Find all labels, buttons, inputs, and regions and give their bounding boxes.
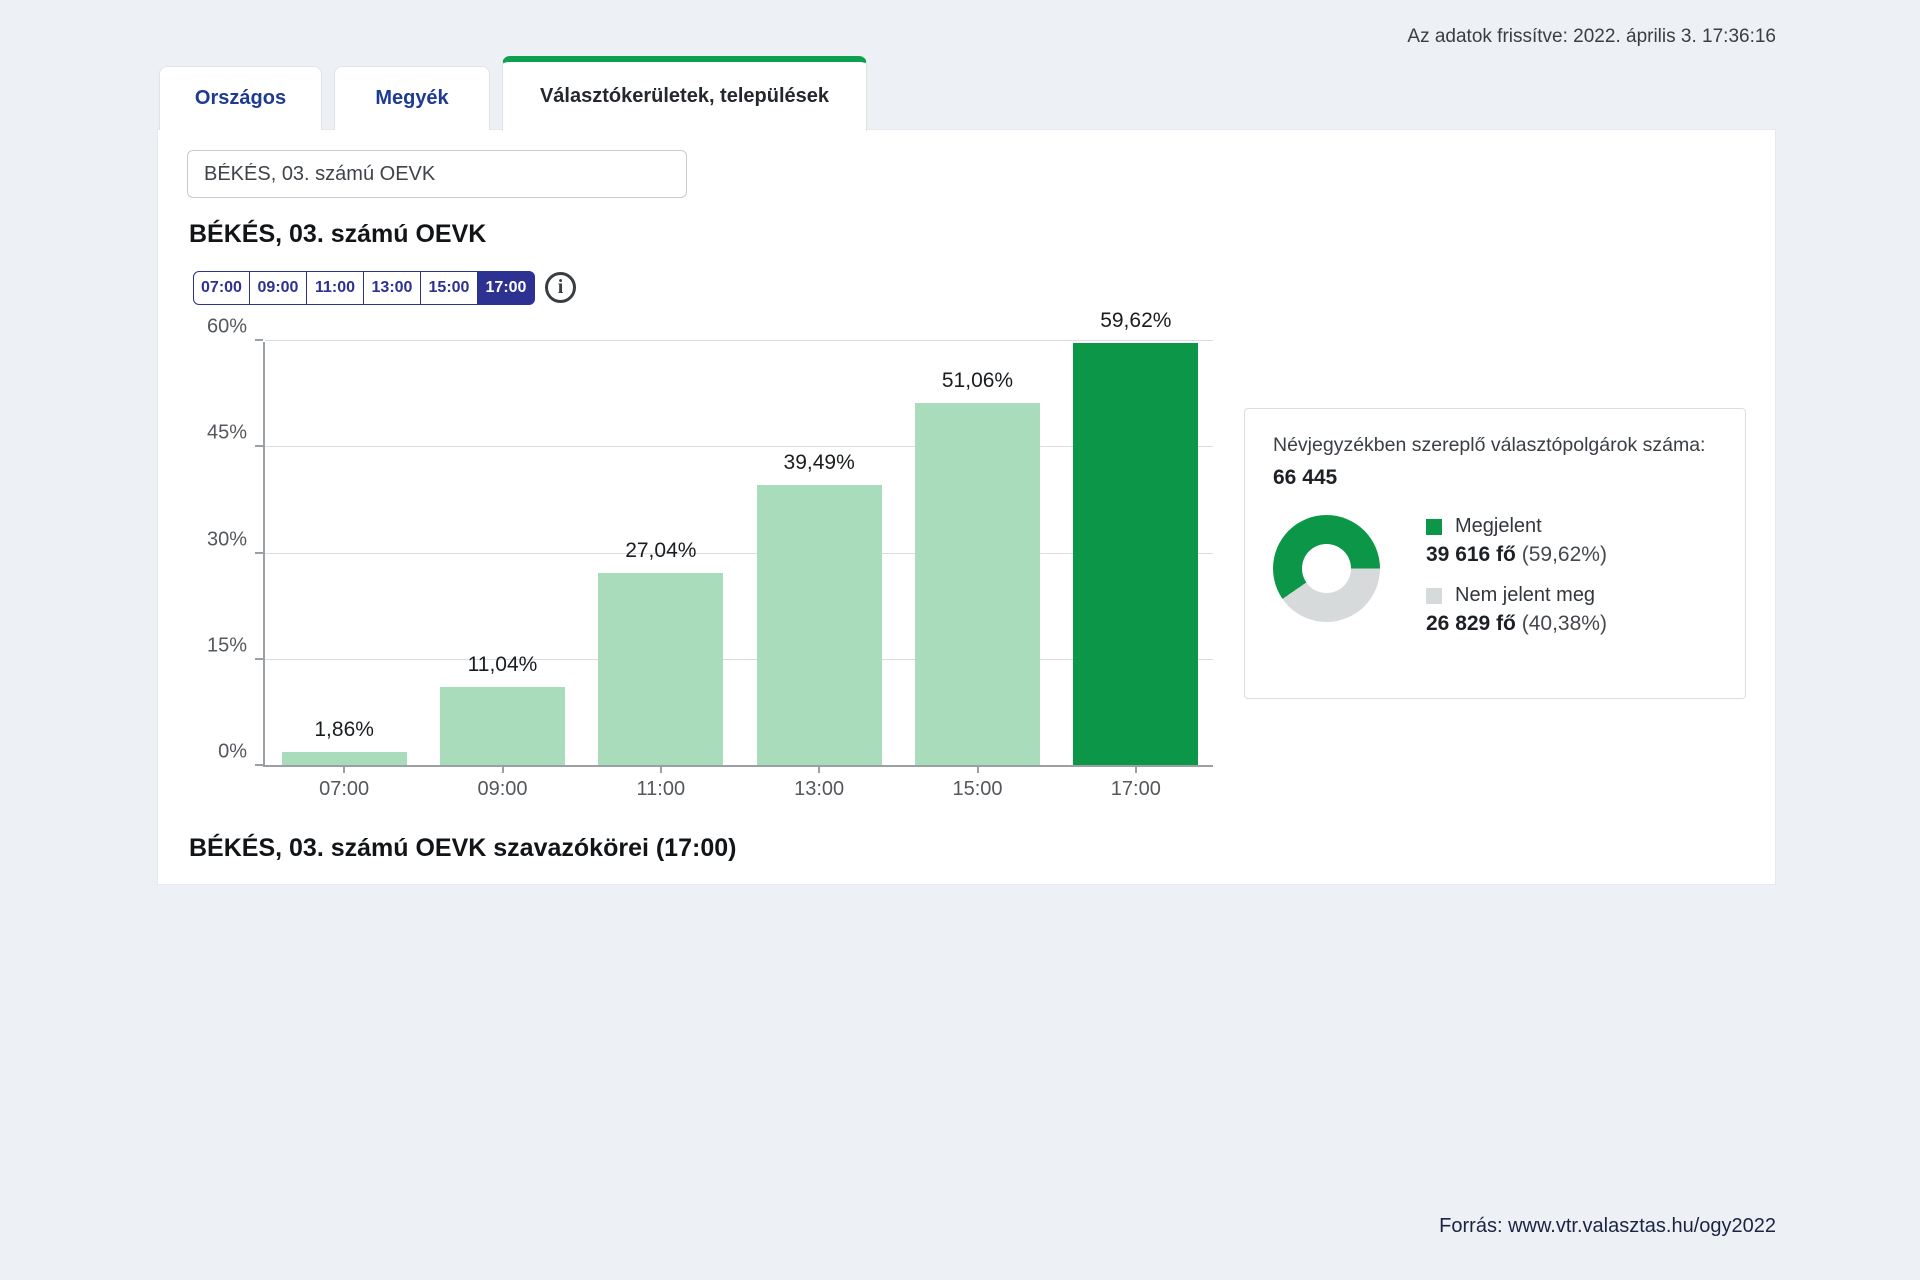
legend-label: Nem jelent meg [1426,584,1607,607]
y-axis-tick [255,658,263,660]
y-axis-label: 45% [193,422,247,445]
gridline [265,659,1213,660]
time-button-group: 07:0009:0011:0013:0015:0017:00 [193,271,535,305]
voter-summary-panel: Névjegyzékben szereplő választópolgárok … [1244,408,1746,699]
voter-summary-title: Névjegyzékben szereplő választópolgárok … [1273,434,1717,457]
x-axis-tick [1135,765,1137,773]
bar-value-label: 11,04% [423,653,583,677]
legend-value: 26 829 fő (40,38%) [1426,612,1607,636]
gridline [265,446,1213,447]
gridline [265,340,1213,341]
info-icon[interactable]: i [545,272,576,303]
page-title: BÉKÉS, 03. számú OEVK [189,220,486,249]
y-axis-label: 15% [193,634,247,657]
y-axis-tick [255,339,263,341]
x-axis-label: 15:00 [918,778,1038,801]
y-axis-label: 0% [193,741,247,764]
legend-swatch-icon [1426,519,1442,535]
bar-0700 [282,752,407,765]
bar-1300 [757,485,882,765]
bar-value-label: 51,06% [898,369,1058,393]
y-axis-tick [255,764,263,766]
source-text: Forrás: www.vtr.valasztas.hu/ogy2022 [1439,1215,1776,1238]
x-axis-tick [660,765,662,773]
y-axis-label: 30% [193,528,247,551]
bar-value-label: 27,04% [581,539,741,563]
x-axis-label: 09:00 [443,778,563,801]
y-axis-label: 60% [193,316,247,339]
tab-megyek[interactable]: Megyék [334,66,490,130]
data-updated-text: Az adatok frissítve: 2022. április 3. 17… [1407,26,1776,48]
time-button-1100[interactable]: 11:00 [307,271,364,305]
donut-legend: Megjelent 39 616 fő (59,62%) Nem jelent me… [1426,515,1607,636]
donut-row: Megjelent 39 616 fő (59,62%) Nem jelent me… [1273,515,1717,636]
time-button-1300[interactable]: 13:00 [364,271,421,305]
tab-orszagos[interactable]: Országos [159,66,322,130]
turnout-bar-chart: 0%15%30%45%60%1,86%07:0011,04%09:0027,04… [263,342,1213,767]
legend-value: 39 616 fő (59,62%) [1426,543,1607,567]
bar-1500 [915,403,1040,765]
content-card: BÉKÉS, 03. számú OEVK 07:0009:0011:0013:… [157,129,1776,885]
x-axis-label: 07:00 [284,778,404,801]
bar-value-label: 59,62% [1056,309,1216,333]
x-axis-tick [818,765,820,773]
time-button-0700[interactable]: 07:00 [193,271,250,305]
district-select[interactable] [187,150,687,198]
x-axis-tick [502,765,504,773]
legend-item: Megjelent 39 616 fő (59,62%) [1426,515,1607,567]
x-axis-label: 11:00 [601,778,721,801]
x-axis-tick [343,765,345,773]
time-button-1700[interactable]: 17:00 [478,271,535,305]
y-axis-tick [255,445,263,447]
legend-swatch-icon [1426,588,1442,604]
y-axis-tick [255,552,263,554]
bar-value-label: 1,86% [264,718,424,742]
time-button-0900[interactable]: 09:00 [250,271,307,305]
bar-value-label: 39,49% [739,451,899,475]
time-button-1500[interactable]: 15:00 [421,271,478,305]
voter-total: 66 445 [1273,466,1717,490]
bar-1700 [1073,343,1198,765]
tab-valasztokeruletek[interactable]: Választókerületek, települések [502,56,867,131]
x-axis-label: 17:00 [1076,778,1196,801]
x-axis-tick [977,765,979,773]
turnout-donut-chart [1273,515,1380,622]
legend-label: Megjelent [1426,515,1607,538]
x-axis-label: 13:00 [759,778,879,801]
bar-0900 [440,687,565,765]
bar-1100 [598,573,723,765]
legend-item: Nem jelent meg 26 829 fő (40,38%) [1426,584,1607,636]
polling-stations-title: BÉKÉS, 03. számú OEVK szavazókörei (17:0… [189,834,736,863]
